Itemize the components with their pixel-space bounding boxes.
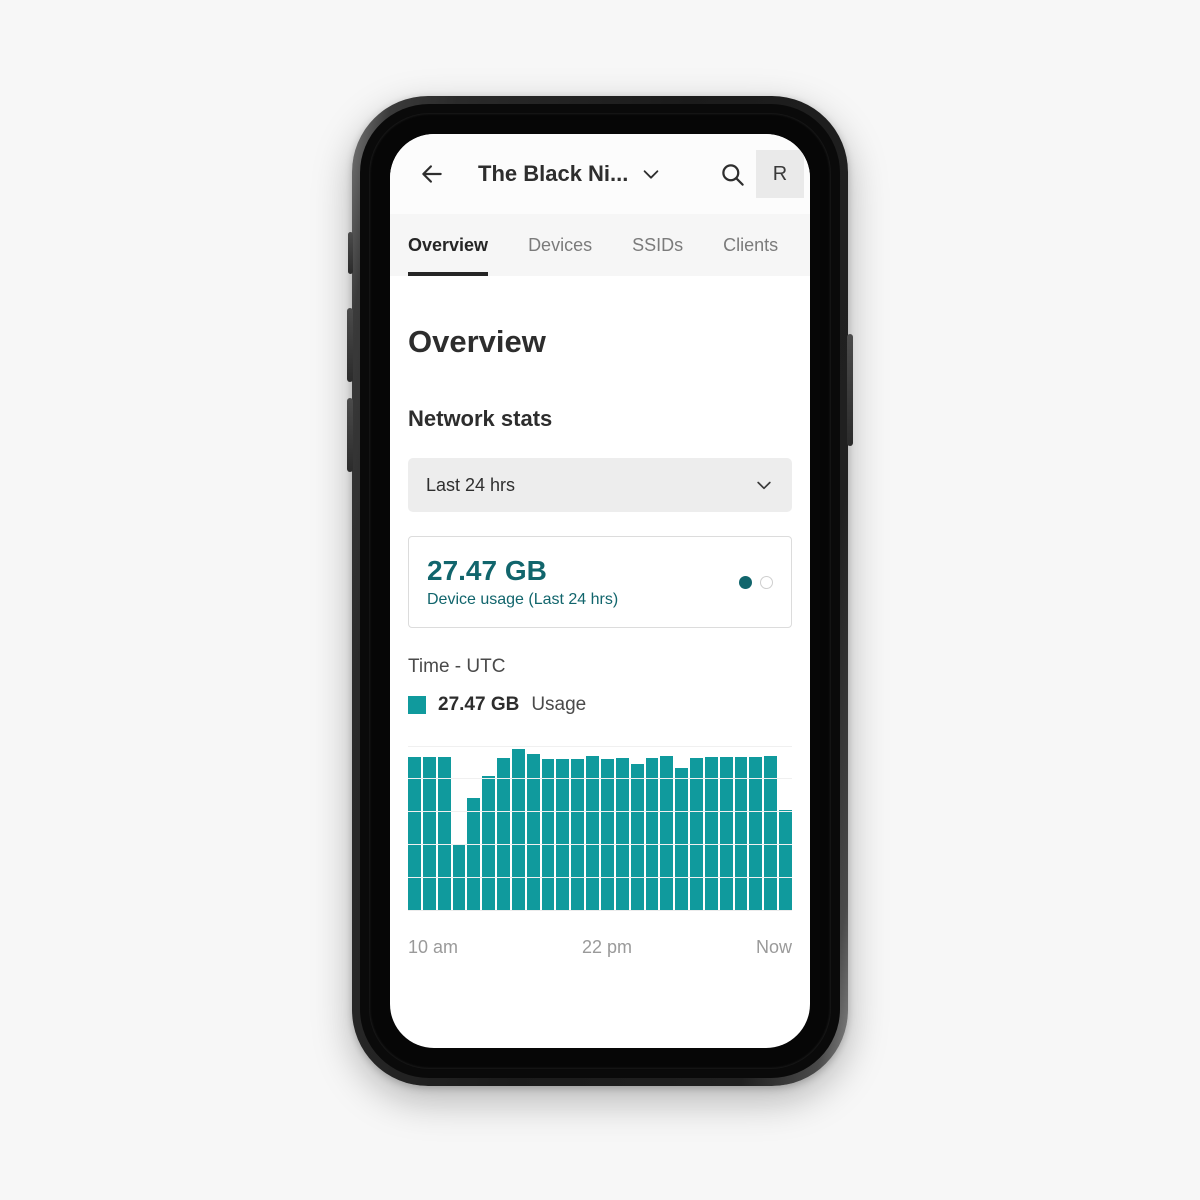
legend-usage-value: 27.47 GB [438,694,520,715]
usage-subtitle: Device usage (Last 24 hrs) [427,590,619,608]
chart-bar [541,759,555,910]
section-title-network-stats: Network stats [408,406,553,431]
tab-devices[interactable]: Devices [508,214,612,276]
app-header: The Black Ni... R [390,134,810,214]
chart-plot-area [408,744,792,911]
page-title-network-name: The Black Ni... [478,161,629,186]
chart-bar [690,758,703,910]
chevron-down-icon [757,481,771,490]
phone-volume-up-button[interactable] [347,308,353,382]
usage-value: 27.47 GB [427,555,547,587]
avatar-initial: R [772,162,788,185]
tab-overview[interactable]: Overview [408,214,508,276]
chart-bar [645,758,659,910]
chart-bar [764,755,778,910]
chart-bar [734,756,748,910]
x-tick-right: Now [755,937,792,957]
phone-device-frame: The Black Ni... R Overview Devices SSIDs… [347,96,853,1086]
page-content: Overview Network stats Last 24 hrs 27.47… [390,324,810,958]
chart-bar [749,756,763,910]
chart-bar [422,756,436,910]
usage-stat-card[interactable]: 27.47 GB Device usage (Last 24 hrs) [408,536,792,628]
chart-bar [452,843,466,910]
chart-bar [660,755,674,910]
x-tick-left: 10 am [408,937,459,957]
tab-overview-label: Overview [408,234,489,255]
phone-frame-inner: The Black Ni... R Overview Devices SSIDs… [360,104,840,1078]
chart-bar [600,759,614,910]
chart-bar [719,756,733,910]
chart-bar [437,756,451,910]
carousel-dot-active[interactable] [739,575,752,589]
carousel-dots[interactable] [739,575,773,589]
tab-clients[interactable]: Clients [703,214,798,276]
tab-ssids-label: SSIDs [632,234,684,255]
phone-screen: The Black Ni... R Overview Devices SSIDs… [390,134,810,1048]
search-button[interactable] [708,150,756,198]
phone-volume-down-button[interactable] [347,398,353,472]
carousel-dot-inactive[interactable] [760,575,773,589]
chart-bar [526,754,540,910]
usage-stat-text: 27.47 GB Device usage (Last 24 hrs) [427,555,618,608]
chart-bar [408,756,421,910]
legend-usage-label: Usage [531,694,587,715]
chart-bar [630,764,644,910]
chart-bar [586,755,599,910]
tab-devices-label: Devices [528,234,593,255]
chart-bar [571,759,585,910]
usage-bar-chart: 10 am 22 pm Now [408,744,792,958]
time-range-select[interactable]: Last 24 hrs [408,458,792,512]
network-switcher-button[interactable] [628,151,674,197]
arrow-left-icon [422,165,442,183]
screenshot-stage: The Black Ni... R Overview Devices SSIDs… [0,0,1200,1200]
chart-bar [511,749,525,910]
tab-clients-label: Clients [723,234,779,255]
chart-bar [556,759,570,910]
chart-x-axis: 10 am 22 pm Now [408,937,792,958]
tab-bar[interactable]: Overview Devices SSIDs Clients Settings [390,214,810,276]
page-title: Overview [408,324,546,359]
time-range-value: Last 24 hrs [426,474,516,495]
chevron-down-icon [644,170,659,179]
legend-swatch-usage [408,696,426,714]
chart-legend: 27.47 GB Usage [408,694,792,716]
avatar[interactable]: R [756,150,804,198]
tab-settings[interactable]: Settings [798,214,810,276]
phone-mute-switch[interactable] [348,232,353,274]
chart-bar [779,810,792,910]
chart-time-caption: Time - UTC [408,656,506,677]
chart-bar [482,775,496,910]
search-icon [721,163,744,186]
chart-bar [467,797,481,910]
chart-bar [615,758,629,910]
x-tick-middle: 22 pm [581,937,633,957]
chart-bar [704,756,718,910]
chart-bar [675,768,689,910]
chart-bar [497,758,510,910]
phone-bezel: The Black Ni... R Overview Devices SSIDs… [369,113,831,1069]
phone-power-button[interactable] [847,334,853,446]
back-button[interactable] [408,150,456,198]
tab-ssids[interactable]: SSIDs [612,214,703,276]
